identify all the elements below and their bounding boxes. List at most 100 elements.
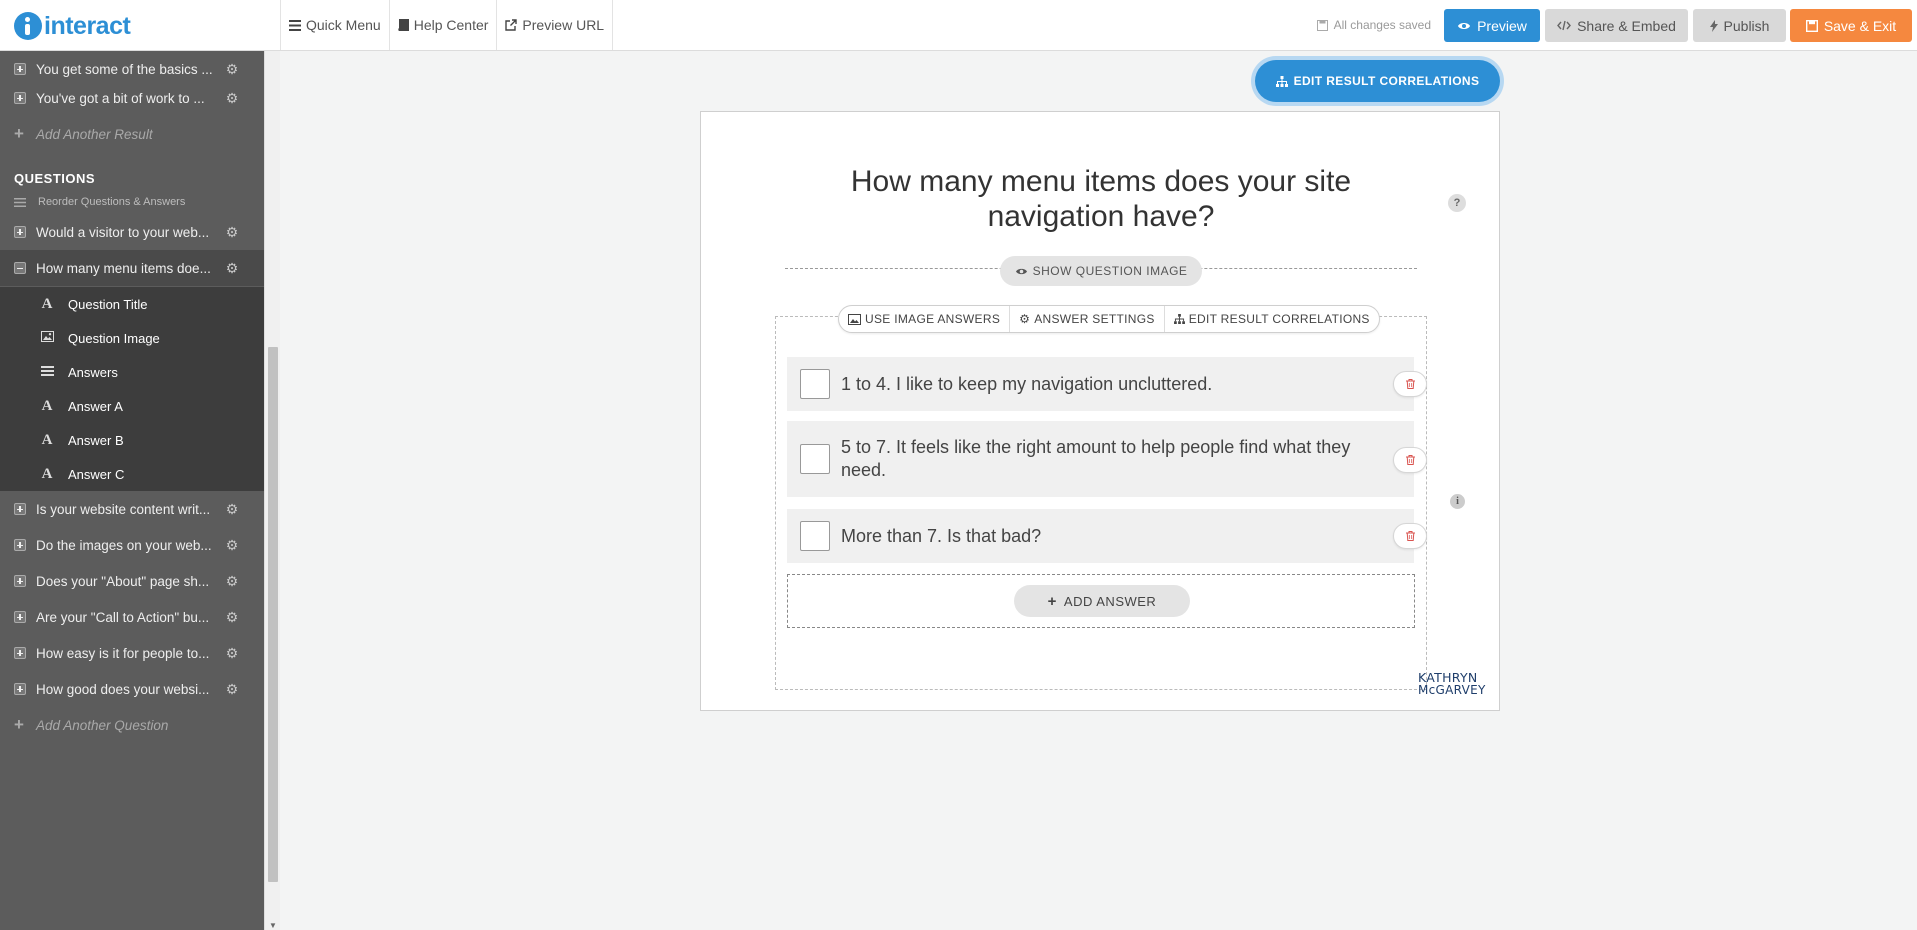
gear-icon[interactable]: ⚙ — [225, 62, 239, 76]
gear-icon[interactable]: ⚙ — [225, 225, 239, 239]
expand-icon[interactable] — [14, 63, 26, 75]
collapse-icon[interactable] — [14, 262, 26, 274]
floppy-icon — [1316, 19, 1328, 31]
brand-line-2: McGARVEY — [1418, 683, 1486, 697]
subitem-answer-a[interactable]: A Answer A — [0, 389, 264, 423]
sidebar-question-item[interactable]: Would a visitor to your web... ⚙ — [0, 214, 264, 250]
gear-icon[interactable]: ⚙ — [225, 610, 239, 624]
logo-text: interact — [44, 11, 131, 40]
expand-icon[interactable] — [14, 647, 26, 659]
answer-toolbar: USE IMAGE ANSWERS ⚙ ANSWER SETTINGS EDIT… — [838, 305, 1380, 333]
answer-checkbox[interactable] — [800, 369, 830, 399]
sidebar-question-item[interactable]: Does your "About" page sh... ⚙ — [0, 563, 264, 599]
share-embed-button[interactable]: Share & Embed — [1545, 9, 1688, 42]
help-center-link[interactable]: Help Center — [390, 0, 498, 50]
gear-icon[interactable]: ⚙ — [225, 538, 239, 552]
preview-url-link[interactable]: Preview URL — [497, 0, 614, 50]
answer-text[interactable]: 1 to 4. I like to keep my navigation unc… — [841, 373, 1232, 396]
add-answer-button[interactable]: + ADD ANSWER — [1014, 585, 1190, 617]
scrollbar-thumb[interactable] — [268, 347, 278, 882]
quick-menu-label: Quick Menu — [306, 17, 381, 33]
publish-label: Publish — [1723, 17, 1770, 34]
expand-icon[interactable] — [14, 503, 26, 515]
sidebar-item-label: How good does your websi... — [36, 681, 210, 697]
reorder-link[interactable]: Reorder Questions & Answers — [14, 192, 185, 212]
share-embed-label: Share & Embed — [1577, 17, 1676, 34]
preview-button[interactable]: Preview — [1444, 9, 1540, 42]
sidebar-question-item[interactable]: Is your website content writ... ⚙ — [0, 491, 264, 527]
expand-icon[interactable] — [14, 226, 26, 238]
text-icon: A — [41, 431, 53, 448]
eye-icon — [1458, 22, 1471, 29]
subitem-question-image[interactable]: Question Image — [0, 321, 264, 355]
quick-menu-link[interactable]: Quick Menu — [281, 0, 390, 50]
answer-text[interactable]: 5 to 7. It feels like the right amount t… — [841, 436, 1414, 482]
expand-icon[interactable] — [14, 611, 26, 623]
edit-result-correlations-tool[interactable]: EDIT RESULT CORRELATIONS — [1165, 306, 1379, 332]
answer-option-b[interactable]: 5 to 7. It feels like the right amount t… — [787, 421, 1414, 497]
answer-settings-button[interactable]: ⚙ ANSWER SETTINGS — [1010, 306, 1165, 332]
help-icon[interactable]: ? — [1448, 194, 1466, 212]
gear-icon[interactable]: ⚙ — [225, 91, 239, 105]
gear-icon[interactable]: ⚙ — [225, 502, 239, 516]
sidebar-question-item[interactable]: Are your "Call to Action" bu... ⚙ — [0, 599, 264, 635]
gear-icon[interactable]: ⚙ — [225, 574, 239, 588]
expand-icon[interactable] — [14, 539, 26, 551]
floppy-icon — [1805, 19, 1818, 32]
gear-icon[interactable]: ⚙ — [225, 646, 239, 660]
question-title[interactable]: How many menu items does your site navig… — [801, 164, 1401, 234]
answer-checkbox[interactable] — [800, 444, 830, 474]
edit-result-correlations-button[interactable]: EDIT RESULT CORRELATIONS — [1255, 60, 1500, 102]
gear-icon[interactable]: ⚙ — [225, 682, 239, 696]
top-bar: interact Quick Menu Help Center Preview … — [0, 0, 1917, 51]
info-icon[interactable]: i — [1450, 494, 1465, 509]
expand-icon[interactable] — [14, 92, 26, 104]
show-image-label: SHOW QUESTION IMAGE — [1032, 264, 1188, 278]
subitem-answer-c[interactable]: A Answer C — [0, 457, 264, 491]
expand-icon[interactable] — [14, 575, 26, 587]
subitem-answer-b[interactable]: A Answer B — [0, 423, 264, 457]
answer-checkbox[interactable] — [800, 521, 830, 551]
add-result-link[interactable]: + Add Another Result — [0, 116, 264, 152]
text-icon: A — [41, 295, 53, 312]
trash-icon — [1405, 379, 1415, 389]
sidebar-result-item[interactable]: You've got a bit of work to ... ⚙ — [0, 80, 264, 116]
subitem-answers[interactable]: Answers — [0, 355, 264, 389]
brand-logo: KATHRYN McGARVEY — [1418, 671, 1496, 697]
add-question-link[interactable]: + Add Another Question — [0, 707, 264, 743]
answer-text[interactable]: More than 7. Is that bad? — [841, 525, 1061, 548]
sidebar-question-item[interactable]: Do the images on your web... ⚙ — [0, 527, 264, 563]
sidebar-scrollbar[interactable]: ▼ — [264, 51, 280, 930]
gear-icon: ⚙ — [1019, 312, 1031, 326]
answer-option-c[interactable]: More than 7. Is that bad? — [787, 509, 1414, 563]
sitemap-icon — [1173, 314, 1185, 324]
plus-icon: + — [1047, 592, 1057, 610]
sidebar-item-label: Would a visitor to your web... — [36, 224, 210, 240]
save-status-text: All changes saved — [1333, 18, 1431, 32]
sidebar-question-item[interactable]: How easy is it for people to... ⚙ — [0, 635, 264, 671]
preview-label: Preview — [1477, 17, 1527, 34]
use-image-answers-button[interactable]: USE IMAGE ANSWERS — [839, 306, 1011, 332]
sidebar-question-item[interactable]: How good does your websi... ⚙ — [0, 671, 264, 707]
question-subitems: A Question Title Question Image Answers … — [0, 287, 264, 491]
sidebar-question-item-active[interactable]: How many menu items doe... ⚙ — [0, 250, 264, 286]
delete-answer-button[interactable] — [1393, 371, 1427, 397]
delete-answer-button[interactable] — [1393, 523, 1427, 549]
subitem-label: Answer C — [68, 466, 125, 482]
interact-logo[interactable]: interact — [14, 9, 276, 43]
logo-icon — [14, 12, 42, 40]
save-exit-button[interactable]: Save & Exit — [1790, 9, 1912, 42]
gear-icon[interactable]: ⚙ — [225, 261, 239, 275]
plus-icon: + — [14, 715, 24, 734]
questions-heading: QUESTIONS — [14, 171, 96, 186]
expand-icon[interactable] — [14, 683, 26, 695]
publish-button[interactable]: Publish — [1693, 9, 1786, 42]
add-answer-area: + ADD ANSWER — [787, 574, 1415, 628]
answer-option-a[interactable]: 1 to 4. I like to keep my navigation unc… — [787, 357, 1414, 411]
delete-answer-button[interactable] — [1393, 447, 1427, 473]
add-question-label: Add Another Question — [36, 717, 169, 733]
subitem-question-title[interactable]: A Question Title — [0, 287, 264, 321]
show-question-image-button[interactable]: SHOW QUESTION IMAGE — [1000, 256, 1202, 286]
scroll-down-arrow-icon[interactable]: ▼ — [269, 921, 277, 930]
add-result-label: Add Another Result — [36, 126, 153, 142]
